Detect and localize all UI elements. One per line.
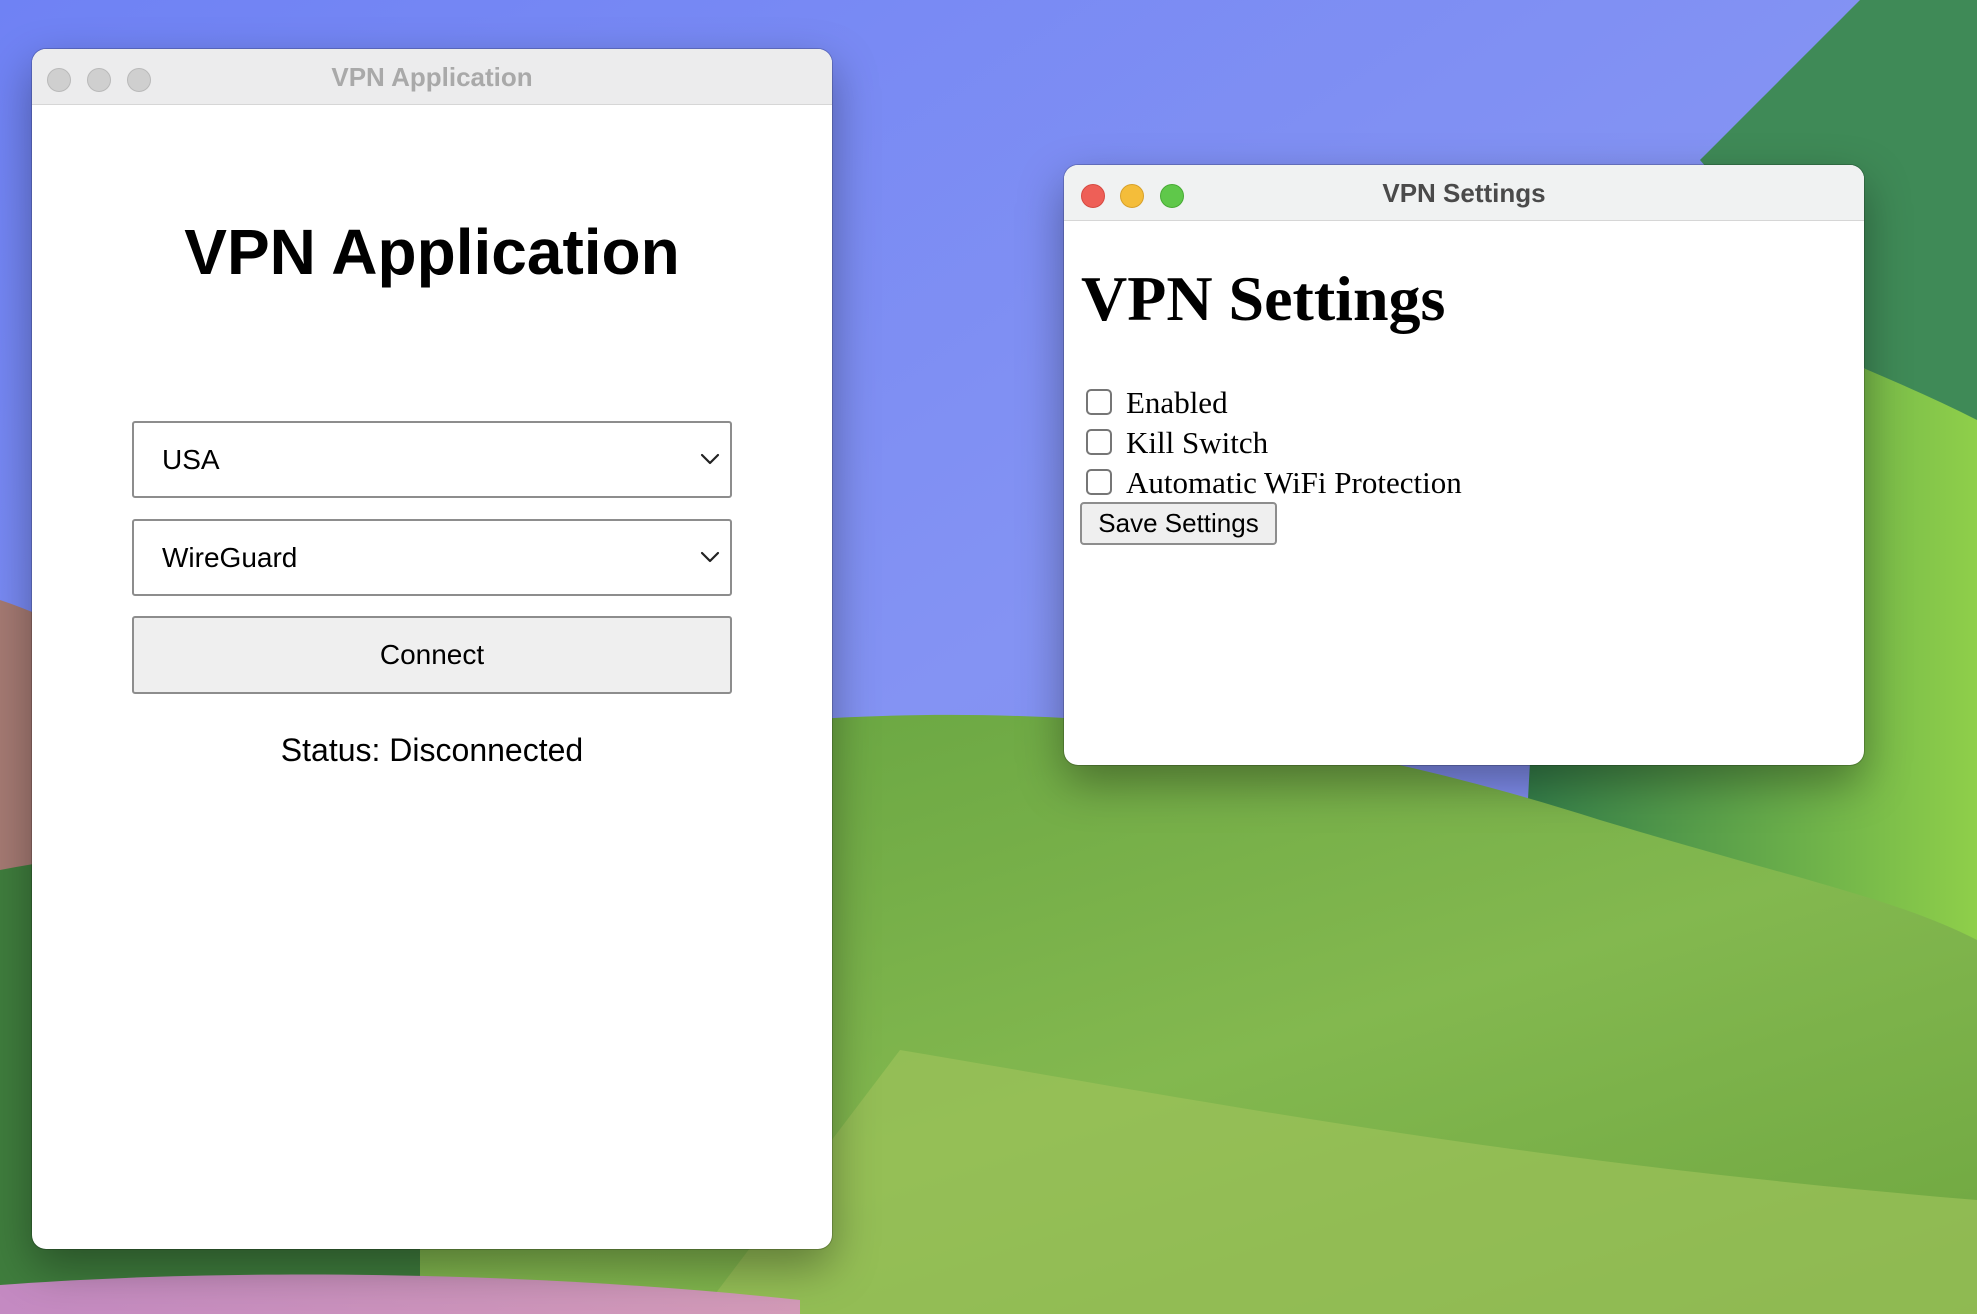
chevron-down-icon bbox=[700, 453, 720, 465]
protocol-select[interactable]: WireGuard bbox=[132, 519, 732, 596]
page-title: VPN Application bbox=[184, 216, 680, 288]
kill-switch-label: Kill Switch bbox=[1126, 425, 1269, 460]
chevron-down-icon bbox=[700, 551, 720, 563]
automatic-wifi-protection-label: Automatic WiFi Protection bbox=[1126, 465, 1462, 500]
settings-title: VPN Settings bbox=[1081, 263, 1446, 334]
vpn-application-window: VPN Application VPN Application USA Wire… bbox=[32, 49, 832, 1249]
window-title: VPN Application bbox=[331, 62, 533, 92]
window-title: VPN Settings bbox=[1382, 178, 1546, 208]
kill-switch-checkbox[interactable] bbox=[1086, 429, 1112, 455]
window-titlebar[interactable]: VPN Settings bbox=[1064, 165, 1864, 221]
automatic-wifi-protection-checkbox[interactable] bbox=[1086, 469, 1112, 495]
connection-status: Status: Disconnected bbox=[280, 732, 584, 768]
protocol-select-value: WireGuard bbox=[162, 542, 298, 573]
country-select[interactable]: USA bbox=[132, 421, 732, 498]
enabled-checkbox[interactable] bbox=[1086, 389, 1112, 415]
window-titlebar[interactable]: VPN Application bbox=[32, 49, 832, 105]
save-settings-button[interactable]: Save Settings bbox=[1080, 502, 1277, 545]
vpn-settings-window: VPN Settings VPN Settings Enabled Kill S… bbox=[1064, 165, 1864, 765]
country-select-value: USA bbox=[162, 444, 220, 475]
connect-button[interactable]: Connect bbox=[132, 616, 732, 694]
enabled-label: Enabled bbox=[1126, 385, 1228, 420]
